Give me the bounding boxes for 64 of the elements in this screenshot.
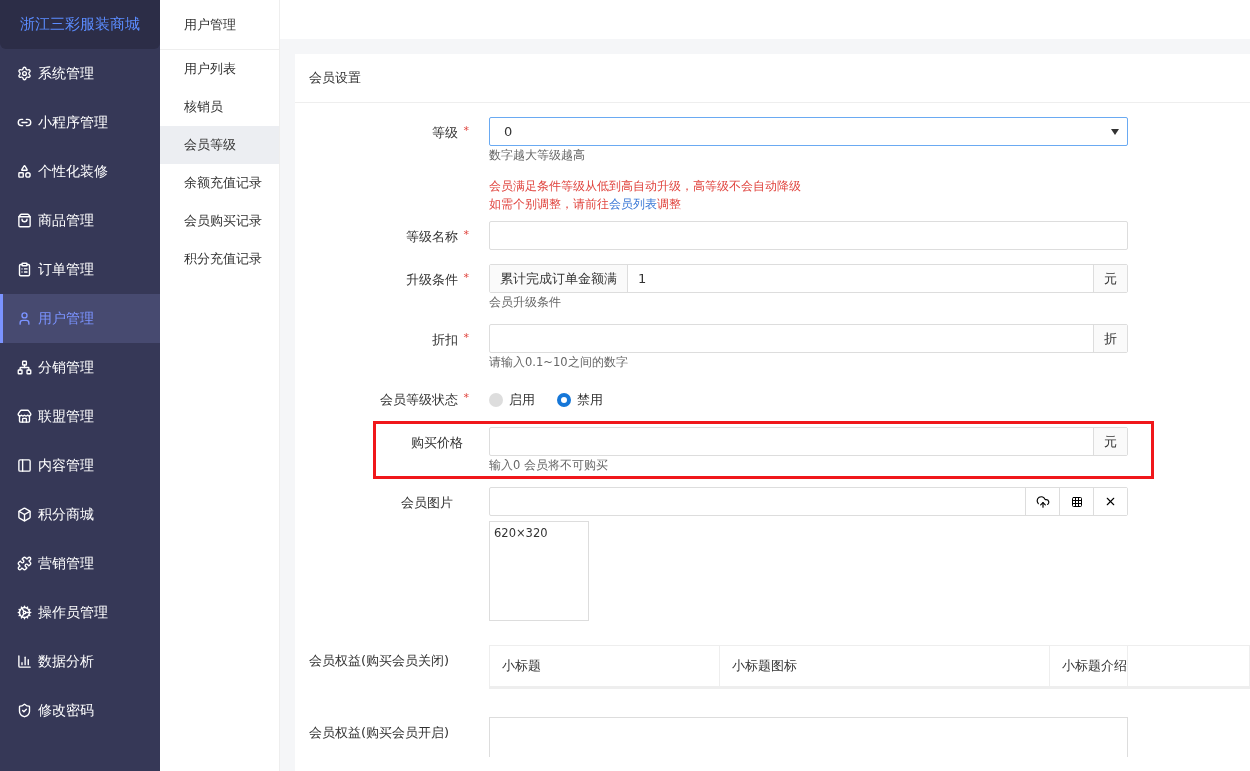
member-list-link[interactable]: 会员列表 xyxy=(609,197,657,211)
field-label: 升级条件 xyxy=(405,271,458,289)
field-hint: 会员升级条件 xyxy=(489,295,562,310)
field-label: 会员权益(购买会员开启) xyxy=(309,724,450,742)
level-select[interactable]: 0 xyxy=(489,117,1128,146)
image-input[interactable] xyxy=(489,487,1128,516)
sidebar-item[interactable]: 商品管理 xyxy=(0,196,160,245)
menu-icon xyxy=(17,311,32,326)
caret-icon xyxy=(1111,128,1119,135)
sidebar-item[interactable]: 小程序管理 xyxy=(0,98,160,147)
menu-icon xyxy=(17,654,32,669)
required-mark: * xyxy=(463,391,469,406)
brand-logo: 浙江三彩服装商城 xyxy=(0,0,160,49)
field-hint: 输入0 会员将不可购买 xyxy=(489,458,609,473)
warning-note: 如需个别调整，请前往会员列表调整 xyxy=(489,196,682,213)
column-header: 小标题图标 xyxy=(720,646,1050,686)
field-label: 会员等级状态 xyxy=(379,391,458,409)
warning-note: 会员满足条件等级从低到高自动升级，高等级不会自动降级 xyxy=(489,178,802,195)
close-icon xyxy=(1104,495,1117,508)
sidebar-item[interactable]: 修改密码 xyxy=(0,686,160,735)
menu-icon xyxy=(17,507,32,522)
submenu-item[interactable]: 会员等级 xyxy=(160,126,279,164)
required-mark: * xyxy=(463,124,469,139)
sidebar-item[interactable]: 积分商城 xyxy=(0,490,160,539)
menu-icon xyxy=(17,164,32,179)
field-hint: 数字越大等级越高 xyxy=(489,148,586,163)
menu-icon xyxy=(17,458,32,473)
name-input[interactable] xyxy=(489,221,1128,250)
sidebar-item[interactable]: 数据分析 xyxy=(0,637,160,686)
field-label: 购买价格 xyxy=(411,434,463,452)
sidebar-item[interactable]: 订单管理 xyxy=(0,245,160,294)
menu-icon xyxy=(17,66,32,81)
benefits-input[interactable] xyxy=(489,717,1128,757)
sidebar-item[interactable]: 营销管理 xyxy=(0,539,160,588)
menu-icon xyxy=(17,360,32,375)
menu-icon xyxy=(17,409,32,424)
field-label: 会员权益(购买会员关闭) xyxy=(309,652,450,670)
status-radio[interactable]: 启用 xyxy=(489,391,535,409)
sidebar-item[interactable]: 联盟管理 xyxy=(0,392,160,441)
sidebar-item[interactable]: 系统管理 xyxy=(0,49,160,98)
menu-icon xyxy=(17,262,32,277)
required-mark: * xyxy=(463,228,469,243)
sidebar-item[interactable]: 个性化装修 xyxy=(0,147,160,196)
card-title: 会员设置 xyxy=(295,54,1250,103)
image-upload-box[interactable]: 620×320 xyxy=(489,521,589,621)
grid-icon xyxy=(1070,495,1083,508)
sidebar-item[interactable]: 内容管理 xyxy=(0,441,160,490)
sidebar-item[interactable]: 操作员管理 xyxy=(0,588,160,637)
menu-icon xyxy=(17,703,32,718)
menu-icon xyxy=(17,213,32,228)
required-mark: * xyxy=(463,331,469,346)
status-radio[interactable]: 禁用 xyxy=(557,391,603,409)
field-label: 会员图片 xyxy=(401,494,453,512)
column-header: 小标题 xyxy=(490,646,720,686)
field-label: 等级名称 xyxy=(405,228,458,246)
menu-icon xyxy=(17,556,32,571)
column-header: 小标题介绍 xyxy=(1050,646,1128,686)
sidebar-item[interactable]: 分销管理 xyxy=(0,343,160,392)
field-label: 等级 xyxy=(431,124,458,142)
field-hint: 请输入0.1~10之间的数字 xyxy=(489,355,629,370)
required-mark: * xyxy=(463,271,469,286)
menu-icon xyxy=(17,605,32,620)
cloud-upload-icon xyxy=(1035,494,1050,509)
field-label: 折扣 xyxy=(431,331,458,349)
